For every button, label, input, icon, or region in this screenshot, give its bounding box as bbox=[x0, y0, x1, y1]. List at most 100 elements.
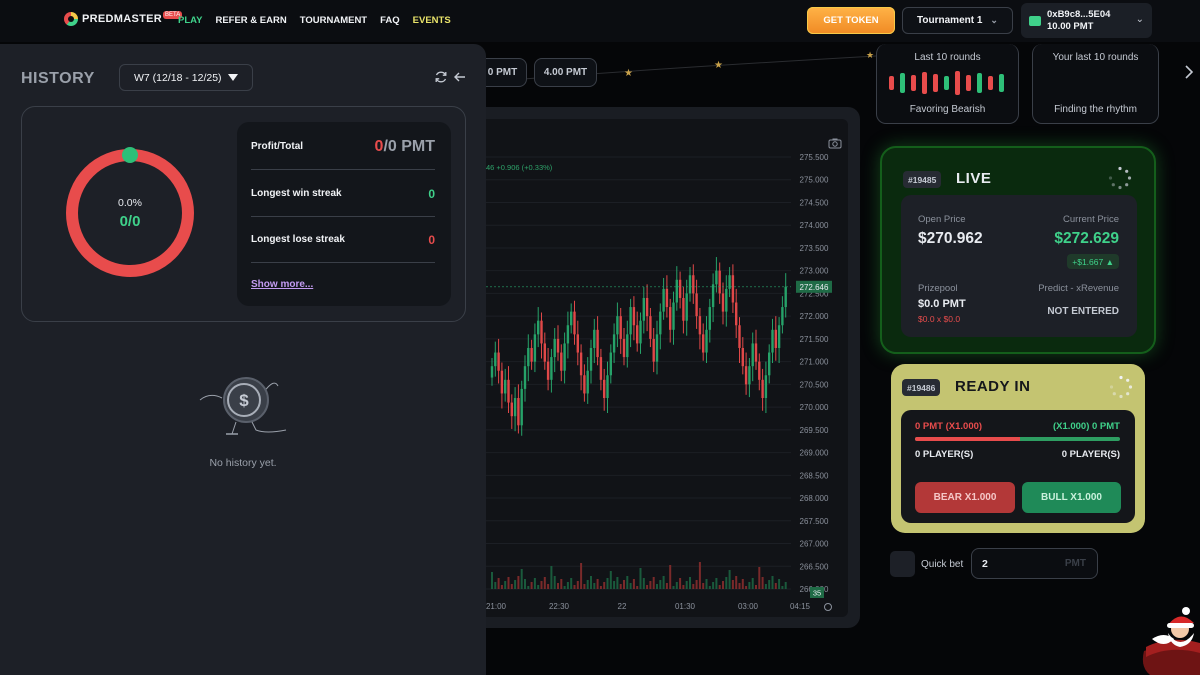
volume-bar bbox=[599, 586, 602, 589]
quick-bet-input[interactable]: 2 PMT bbox=[971, 548, 1098, 579]
round-result-bar bbox=[922, 72, 927, 94]
round-result-bar bbox=[999, 74, 1004, 92]
longest-win-row: Longest win streak 0 bbox=[251, 171, 435, 217]
open-price-value: $270.962 bbox=[918, 230, 983, 247]
show-more-link[interactable]: Show more... bbox=[251, 279, 313, 290]
arrow-left-icon[interactable] bbox=[453, 70, 467, 84]
volume-bar bbox=[669, 565, 672, 589]
bear-button[interactable]: BEAR X1.000 bbox=[915, 482, 1015, 513]
volume-bar bbox=[606, 578, 609, 589]
camera-icon[interactable] bbox=[828, 138, 842, 149]
round-result-bar bbox=[900, 73, 905, 93]
nav-events[interactable]: EVENTS bbox=[413, 15, 451, 26]
stats-card: 0.0% 0/0 Profit/Total 0/0 PMT Longest wi… bbox=[21, 106, 466, 322]
x-tick-label: 04:15 bbox=[790, 602, 811, 611]
candle-body bbox=[570, 311, 573, 326]
history-panel: HISTORY W7 (12/18 - 12/25) 0.0% 0/0 Prof… bbox=[0, 44, 486, 675]
get-token-button[interactable]: GET TOKEN bbox=[807, 7, 895, 34]
price-chart-card: 275.500 275.000 274.500 274.000 273.500 273.0… bbox=[486, 107, 860, 628]
volume-bar bbox=[755, 585, 757, 589]
tournament-select-label: Tournament 1 bbox=[917, 15, 983, 26]
nav-faq[interactable]: FAQ bbox=[380, 15, 400, 26]
volume-bar bbox=[705, 579, 708, 589]
volume-bar bbox=[537, 585, 540, 589]
volume-bar bbox=[563, 586, 566, 589]
tournament-select[interactable]: Tournament 1 ⌄ bbox=[902, 7, 1013, 34]
profit-label: Profit/Total bbox=[251, 141, 304, 152]
next-round-card: #19486 READY IN 0 PMT (X1.000) (X1.000) … bbox=[891, 364, 1145, 533]
volume-bar bbox=[748, 582, 751, 589]
refresh-icon[interactable] bbox=[434, 70, 448, 84]
candle-body bbox=[603, 379, 606, 399]
candle-body bbox=[583, 375, 586, 394]
nav-play[interactable]: PLAY bbox=[178, 15, 202, 26]
candle-body bbox=[596, 329, 599, 358]
volume-bar bbox=[626, 576, 629, 589]
last-10-rounds-bars bbox=[889, 71, 1004, 95]
wallet-icon bbox=[1029, 15, 1041, 26]
volume-bar bbox=[570, 578, 573, 589]
current-price-label: Current Price bbox=[1063, 214, 1119, 225]
candle-body bbox=[507, 379, 510, 403]
volume-bar bbox=[771, 576, 774, 589]
candle-body bbox=[718, 270, 721, 294]
volume-bar bbox=[685, 581, 688, 589]
nav-refer-earn[interactable]: REFER & EARN bbox=[215, 15, 286, 26]
y-tick-label: 266.500 bbox=[800, 562, 829, 571]
gear-icon bbox=[824, 603, 832, 611]
candle-body bbox=[490, 366, 494, 378]
volume-bar bbox=[718, 585, 721, 589]
y-tick-label: 269.000 bbox=[800, 449, 829, 458]
volume-bar bbox=[708, 586, 711, 589]
stats-summary: Profit/Total 0/0 PMT Longest win streak … bbox=[237, 122, 451, 306]
volume-bar bbox=[507, 577, 510, 589]
volume-bar bbox=[778, 579, 781, 589]
candle-body bbox=[725, 288, 728, 312]
volume-bar bbox=[652, 577, 655, 589]
y-tick-label: 273.000 bbox=[800, 267, 829, 276]
brand-logo[interactable]: PREDMASTER BETA bbox=[64, 11, 183, 26]
quick-bet-checkbox[interactable] bbox=[890, 551, 915, 577]
win-rate-percent: 0.0% bbox=[118, 197, 142, 209]
candle-body bbox=[537, 320, 540, 335]
volume-bar bbox=[517, 576, 520, 589]
chevron-right-icon[interactable] bbox=[1184, 64, 1194, 80]
candlestick-chart: 275.500 275.000 274.500 274.000 273.500 273.0… bbox=[486, 153, 832, 611]
y-tick-label: 267.500 bbox=[800, 517, 829, 526]
candle-body bbox=[748, 366, 751, 385]
svg-text:$: $ bbox=[239, 391, 249, 410]
x-tick-label: 22:30 bbox=[549, 602, 570, 611]
live-title: LIVE bbox=[956, 170, 992, 187]
volume-bar bbox=[741, 579, 744, 589]
amount-pill[interactable]: 4.00 PMT bbox=[534, 58, 597, 87]
price-chart[interactable]: 275.500 275.000 274.500 274.000 273.500 273.0… bbox=[486, 119, 848, 617]
volume-bar bbox=[636, 586, 639, 589]
bear-players: 0 PLAYER(S) bbox=[915, 449, 974, 460]
week-select[interactable]: W7 (12/18 - 12/25) bbox=[119, 64, 253, 91]
candle-body bbox=[497, 352, 500, 371]
volume-bar bbox=[632, 579, 635, 589]
volume-bar bbox=[550, 566, 553, 589]
volume-bar bbox=[613, 581, 616, 589]
volume-bar bbox=[738, 583, 741, 589]
y-tick-label: 271.000 bbox=[800, 358, 829, 367]
candle-body bbox=[642, 297, 645, 321]
win-rate-ratio: 0/0 bbox=[119, 213, 141, 230]
candle-body bbox=[517, 398, 520, 426]
wallet-button[interactable]: 0xB9c8...5E04 10.00 PMT ⌄ bbox=[1021, 3, 1152, 38]
volume-bar bbox=[659, 580, 662, 589]
nav-tournament[interactable]: TOURNAMENT bbox=[300, 15, 367, 26]
longest-lose-value: 0 bbox=[428, 232, 435, 247]
candle-body bbox=[781, 307, 784, 326]
candle-body bbox=[652, 338, 655, 362]
candle-body bbox=[546, 361, 550, 380]
bull-button[interactable]: BULL X1.000 bbox=[1022, 482, 1121, 513]
candle-body bbox=[566, 325, 570, 344]
candle-body bbox=[738, 325, 741, 348]
volume-bar bbox=[629, 583, 632, 589]
candle-body bbox=[754, 343, 758, 362]
y-tick-label: 268.500 bbox=[800, 471, 829, 480]
volume-bar bbox=[524, 579, 526, 589]
star-icon: ★ bbox=[624, 68, 633, 79]
candle-body bbox=[573, 311, 576, 335]
